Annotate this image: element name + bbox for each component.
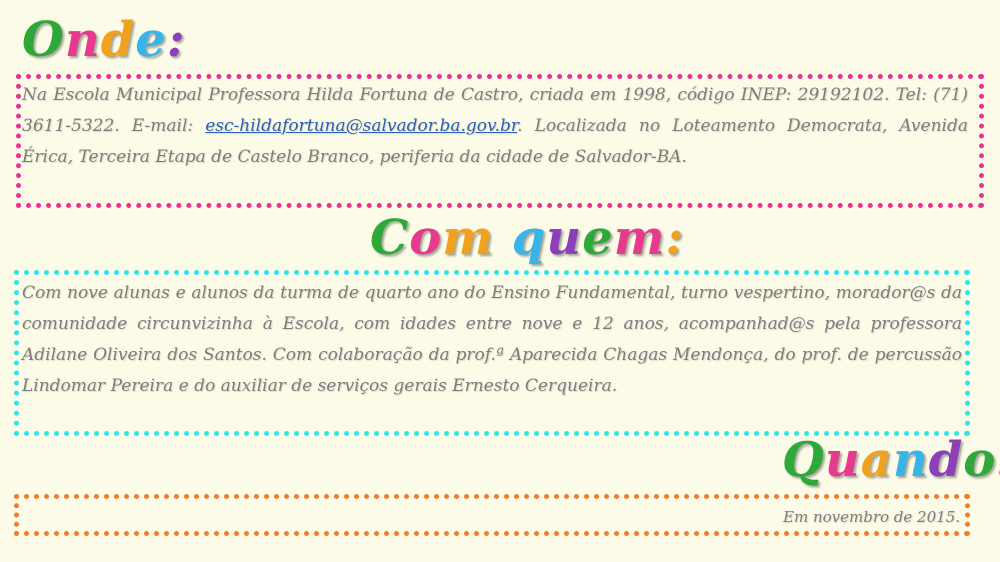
onde-heading: Onde: — [22, 14, 186, 66]
heading-letter: n — [892, 432, 929, 488]
heading-letter: q — [511, 210, 547, 266]
heading-letter: e — [135, 12, 167, 68]
heading-letter: n — [64, 12, 101, 68]
quando-heading: Quando: — [782, 434, 1000, 486]
onde-paragraph: Na Escola Municipal Professora Hilda For… — [22, 80, 968, 173]
heading-letter: Q — [782, 432, 825, 488]
heading-letter: : — [996, 434, 1000, 486]
heading-letter — [494, 212, 512, 264]
heading-letter: a — [860, 432, 893, 488]
heading-letter: d — [928, 432, 964, 488]
heading-letter: : — [665, 210, 685, 266]
heading-letter: : — [166, 12, 186, 68]
com-quem-heading: Com quem: — [370, 212, 684, 264]
heading-letter: O — [22, 12, 65, 68]
heading-letter: o — [963, 432, 997, 488]
heading-letter: u — [546, 210, 583, 266]
com-quem-paragraph: Com nove alunas e alunos da turma de qua… — [22, 283, 962, 396]
heading-letter: m — [442, 210, 495, 266]
heading-letter: o — [409, 210, 443, 266]
heading-letter: C — [370, 210, 410, 266]
heading-letter: e — [582, 210, 614, 266]
email-link[interactable]: esc-hildafortuna@salvador.ba.gov.br — [205, 116, 517, 136]
quando-paragraph: Em novembro de 2015. — [783, 508, 960, 526]
heading-letter: d — [100, 12, 136, 68]
heading-letter: u — [824, 432, 861, 488]
heading-letter: m — [613, 210, 666, 266]
